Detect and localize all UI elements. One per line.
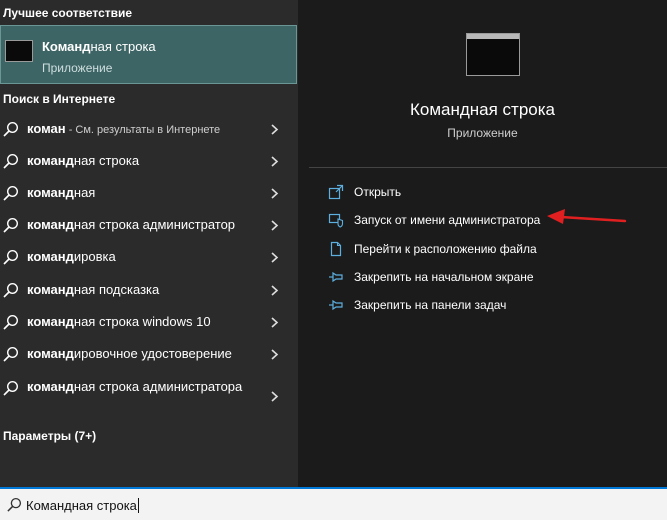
web-result-item[interactable]: коман - См. результаты в Интернете: [0, 113, 298, 145]
action-label: Открыть: [354, 185, 402, 199]
pin-icon: [329, 299, 343, 311]
web-result-label: командная строка администратор: [27, 217, 236, 232]
annotation-arrow: [547, 209, 627, 224]
divider: [309, 167, 667, 168]
web-result-label: командная строка администратора: [27, 379, 243, 394]
search-results-panel: Лучшее соответствие Командная строка При…: [0, 0, 298, 487]
web-result-item[interactable]: командная строка администратор: [0, 209, 298, 241]
chevron-right-icon[interactable]: [270, 285, 279, 296]
search-icon: [3, 217, 19, 233]
action-label: Закрепить на панели задач: [354, 298, 507, 312]
app-title: Командная строка: [409, 100, 556, 119]
console-icon: [5, 40, 33, 62]
chevron-right-icon[interactable]: [270, 317, 279, 328]
text-caret: [137, 498, 139, 513]
search-icon: [3, 380, 19, 396]
chevron-right-icon[interactable]: [270, 349, 279, 360]
settings-heading[interactable]: Параметры (7+): [3, 429, 96, 443]
chevron-right-icon[interactable]: [270, 252, 279, 263]
best-match-heading: Лучшее соответствие: [3, 6, 133, 20]
pin-icon: [329, 271, 343, 283]
best-match-item[interactable]: Командная строка Приложение: [0, 25, 297, 84]
search-icon: [3, 282, 19, 298]
web-result-label: командировочное удостоверение: [27, 346, 232, 361]
web-result-label: командная строка: [27, 153, 140, 168]
action-label: Закрепить на начальном экране: [354, 270, 534, 284]
file-location-icon: [330, 241, 342, 257]
web-result-label: командная: [27, 185, 96, 200]
web-result-item[interactable]: командировка: [0, 241, 298, 273]
search-icon: [3, 346, 19, 362]
app-subtitle: Приложение: [447, 126, 518, 140]
search-icon: [3, 185, 19, 201]
chevron-right-icon[interactable]: [270, 156, 279, 167]
best-match-title: Командная строка: [42, 39, 156, 54]
web-result-item[interactable]: командная: [0, 177, 298, 209]
best-match-subtitle: Приложение: [42, 61, 113, 75]
chevron-right-icon[interactable]: [270, 124, 279, 135]
chevron-right-icon[interactable]: [270, 220, 279, 231]
web-result-label: командировка: [27, 249, 116, 264]
chevron-right-icon[interactable]: [270, 391, 279, 402]
web-result-label: командная строка windows 10: [27, 314, 211, 329]
console-icon: [466, 33, 520, 76]
web-result-item[interactable]: командная подсказка: [0, 274, 298, 306]
search-icon: [3, 121, 19, 137]
web-result-label: командная подсказка: [27, 282, 160, 297]
web-result-item[interactable]: командная строка: [0, 145, 298, 177]
search-bar[interactable]: Командная строка: [0, 487, 667, 520]
app-preview-panel: Командная строка Приложение Открыть Запу…: [298, 0, 667, 487]
web-result-item[interactable]: командная строка windows 10: [0, 306, 298, 338]
search-icon: [3, 249, 19, 265]
search-icon: [3, 314, 19, 330]
action-label: Перейти к расположению файла: [354, 242, 537, 256]
web-search-heading: Поиск в Интернете: [3, 92, 116, 106]
web-result-item[interactable]: командировочное удостоверение: [0, 338, 298, 370]
search-icon: [7, 497, 22, 512]
chevron-right-icon[interactable]: [270, 188, 279, 199]
action-label: Запуск от имени администратора: [354, 213, 541, 227]
open-icon: [328, 184, 344, 200]
web-result-label: коман - См. результаты в Интернете: [27, 121, 221, 136]
web-result-item[interactable]: командная строка администратора: [0, 372, 298, 418]
shield-run-admin-icon: [328, 213, 344, 228]
search-icon: [3, 153, 19, 169]
search-input[interactable]: Командная строка: [26, 498, 139, 513]
